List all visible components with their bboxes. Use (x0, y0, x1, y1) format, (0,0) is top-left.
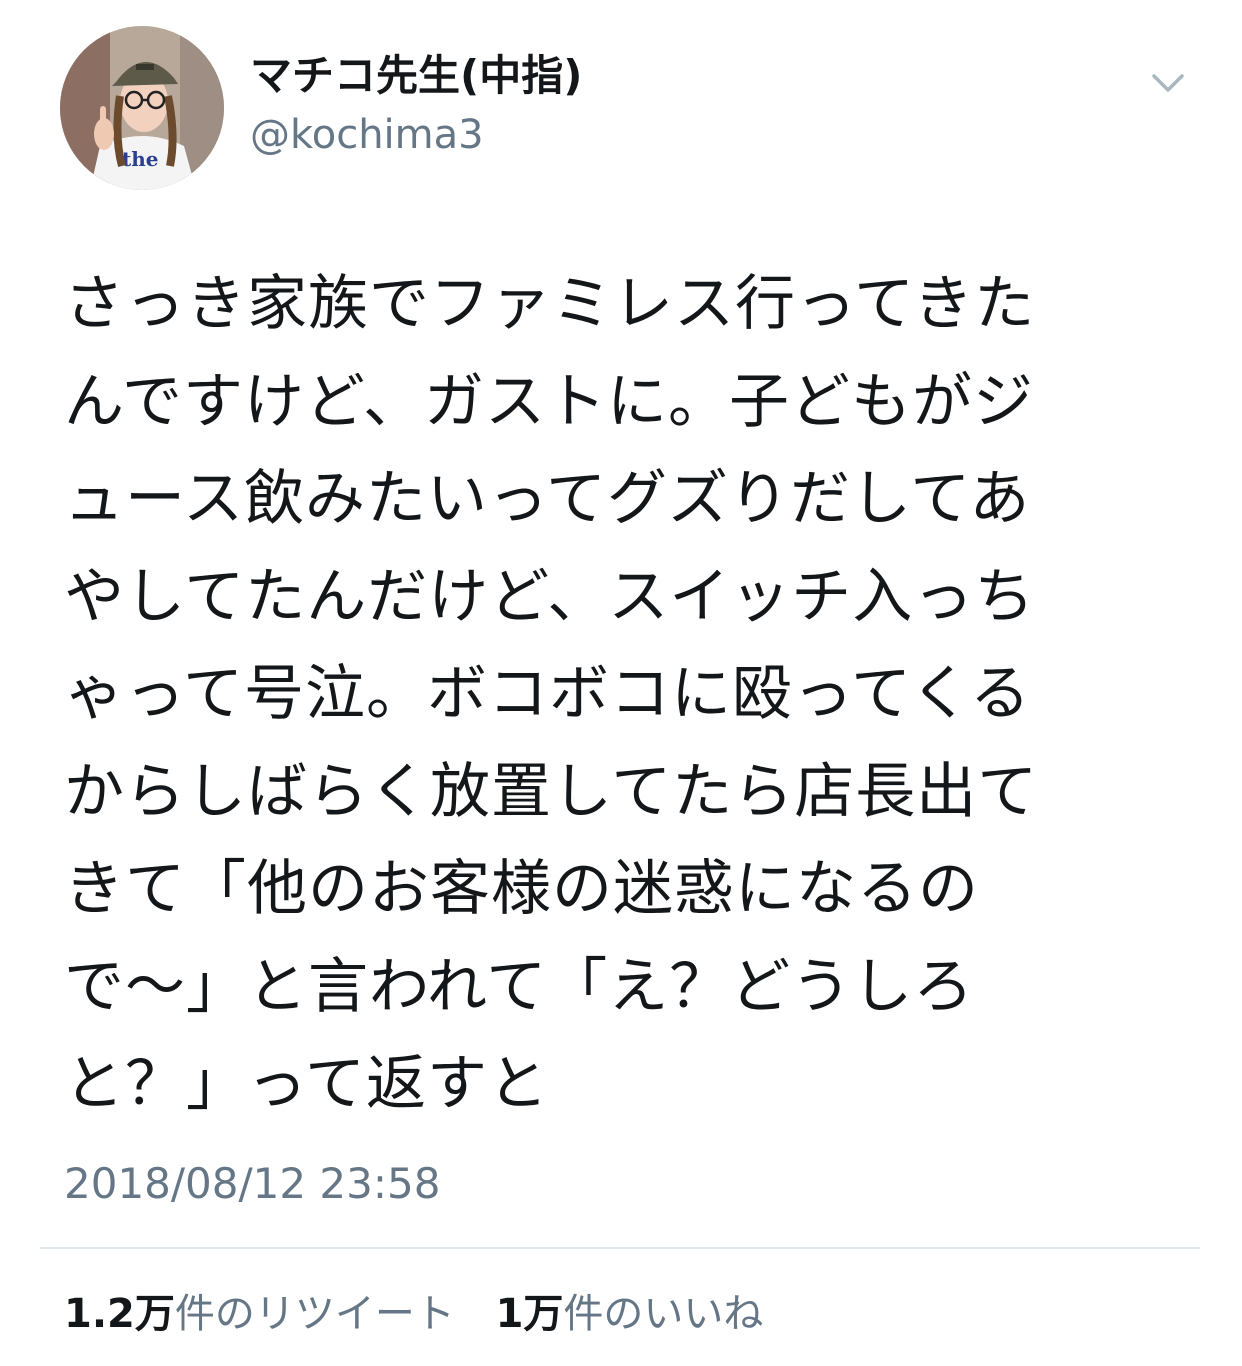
author-handle[interactable]: @kochima3 (250, 108, 484, 162)
chevron-down-icon (1152, 74, 1184, 92)
tweet-menu-button[interactable] (1140, 56, 1196, 112)
tweet-text-line: さっき家族でファミレス行ってきた (64, 269, 1036, 339)
retweet-label: 件のリツイート (174, 1291, 455, 1337)
tweet-text-line: で〜」と言われて「え？どうしろ (64, 951, 975, 1022)
tweet-text-line: からしばらく放置してたら店長出て (64, 756, 1039, 827)
tweet-stats: 1.2万件のリツイート 1万件のいいね (64, 1286, 791, 1342)
like-count: 1万 (495, 1291, 564, 1337)
tweet-text-line: んですけど、ガストに。子どもがジ (64, 366, 1034, 437)
tweet-text-line: きて「他のお客様の迷惑になるの (64, 854, 979, 924)
svg-text:the: the (122, 147, 159, 171)
tweet-text-line: ュース飲みたいってグズりだしてあ (64, 464, 1031, 534)
tweet-text-line: ゃって号泣。ボコボコに殴ってくる (64, 659, 1031, 729)
retweet-count-link[interactable]: 1.2万件のリツイート (64, 1286, 455, 1342)
like-count-link[interactable]: 1万件のいいね (496, 1286, 764, 1342)
author-avatar[interactable]: the (60, 26, 224, 190)
divider (40, 1247, 1200, 1249)
like-label: 件のいいね (563, 1291, 764, 1337)
tweet-text: さっき家族でファミレス行ってきた んですけど、ガストに。子どもがジ ュース飲みた… (64, 256, 1174, 1134)
author-display-name[interactable]: マチコ先生(中指) (250, 48, 582, 104)
tweet-text-line: と？」って返すと (64, 1049, 549, 1119)
retweet-count: 1.2万 (64, 1291, 175, 1337)
tweet-detail: the マチコ先生(中指) @kochima3 さっき家族でファミレス行ってきた… (0, 0, 1242, 1366)
avatar-photo-icon: the (60, 26, 224, 190)
tweet-text-line: やしてたんだけど、スイッチ入っち (64, 561, 1036, 632)
tweet-timestamp[interactable]: 2018/08/12 23:58 (64, 1156, 440, 1212)
